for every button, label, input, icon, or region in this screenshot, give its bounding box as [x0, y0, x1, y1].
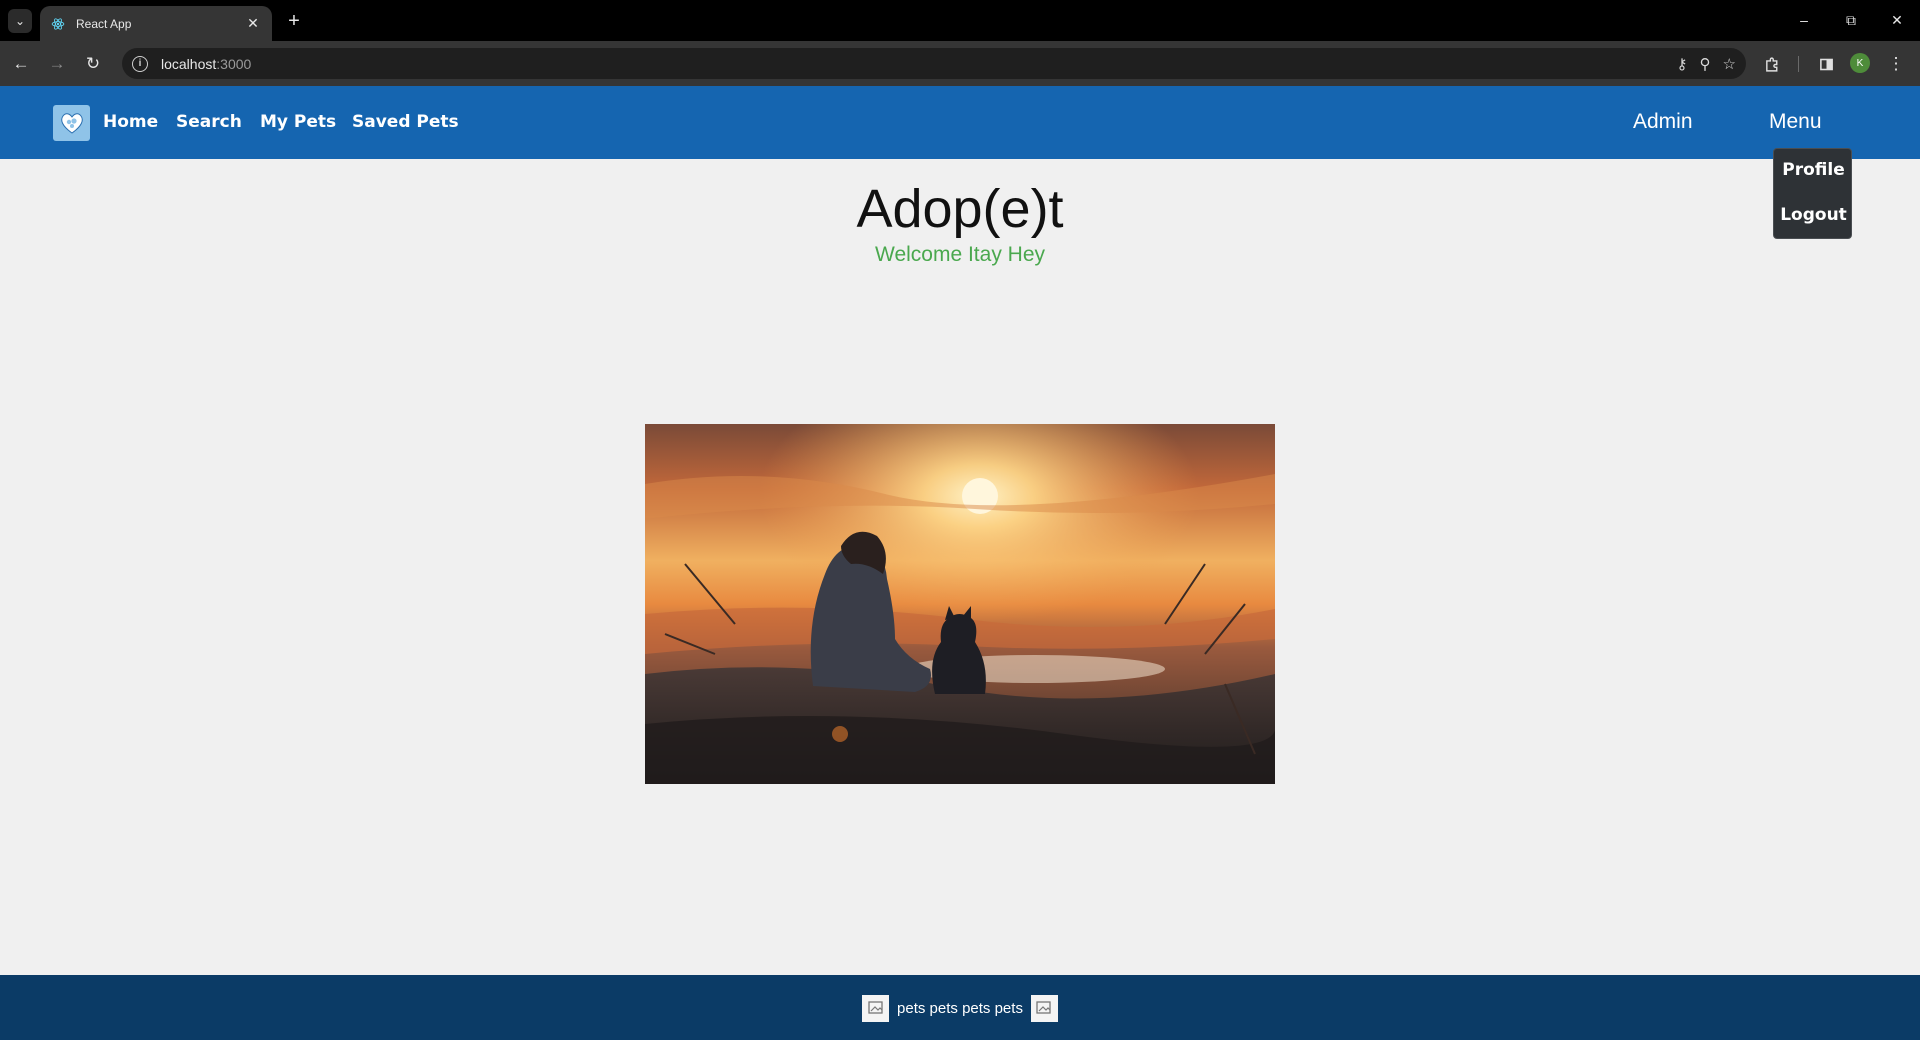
side-panel-icon — [1819, 58, 1833, 70]
browser-tabstrip: ⌄ React App ✕ + – ⧉ ✕ — [0, 0, 1920, 41]
footer-text: pets pets pets pets — [897, 999, 1023, 1017]
nav-admin-link[interactable]: Admin — [1633, 110, 1693, 134]
brand-logo[interactable] — [53, 105, 90, 141]
plus-icon: + — [288, 9, 300, 32]
toolbar-separator — [1798, 56, 1799, 72]
site-info-icon[interactable]: i — [132, 55, 148, 72]
browser-menu-button[interactable]: ⋮ — [1882, 50, 1910, 78]
new-tab-button[interactable]: + — [281, 8, 307, 34]
zoom-icon[interactable]: ⚲ — [1700, 55, 1711, 73]
broken-image-icon — [1030, 994, 1058, 1022]
page-footer: pets pets pets pets — [0, 975, 1920, 1040]
footer-content: pets pets pets pets — [0, 993, 1920, 1023]
back-button[interactable]: ← — [7, 50, 35, 78]
react-favicon-icon — [50, 16, 66, 32]
nav-link-saved-pets[interactable]: Saved Pets — [352, 112, 459, 132]
puzzle-icon — [1765, 56, 1777, 72]
nav-link-my-pets[interactable]: My Pets — [260, 112, 336, 132]
menu-item-profile[interactable]: Profile — [1774, 160, 1853, 180]
minimize-button[interactable]: – — [1789, 6, 1819, 34]
close-window-button[interactable]: ✕ — [1882, 6, 1912, 34]
omnibox-actions: ⚷ ⚲ ☆ — [1677, 48, 1736, 79]
nav-link-search[interactable]: Search — [176, 112, 242, 132]
tab-close-icon[interactable]: ✕ — [244, 15, 262, 32]
tab-title: React App — [76, 16, 132, 31]
address-bar[interactable]: i localhost:3000 ⚷ ⚲ ☆ — [122, 48, 1746, 79]
broken-image-icon — [862, 994, 890, 1022]
chevron-down-icon: ⌄ — [14, 14, 26, 28]
tab-search-button[interactable]: ⌄ — [8, 9, 32, 33]
welcome-message: Welcome Itay Hey — [875, 243, 1045, 266]
page-title: Adop(e)t — [856, 179, 1064, 239]
forward-button[interactable]: → — [43, 50, 71, 78]
restore-icon: ⧉ — [1846, 11, 1856, 28]
pet-heart-logo-icon — [60, 113, 83, 134]
extensions-button[interactable] — [1758, 50, 1786, 78]
minimize-icon: – — [1800, 12, 1808, 28]
app-navbar: Home Search My Pets Saved Pets Admin Men… — [0, 86, 1920, 159]
profile-avatar[interactable]: K — [1850, 53, 1870, 73]
side-panel-button[interactable] — [1812, 50, 1840, 78]
hero-image — [645, 424, 1275, 784]
browser-tab-react-app[interactable]: React App ✕ — [40, 6, 272, 41]
more-vertical-icon: ⋮ — [1887, 54, 1905, 73]
password-key-icon[interactable]: ⚷ — [1677, 55, 1688, 73]
arrow-left-icon: ← — [12, 54, 30, 73]
nav-menu-toggle[interactable]: Menu — [1769, 110, 1822, 134]
close-icon: ✕ — [1891, 11, 1903, 28]
browser-toolbar: ← → ↻ i localhost:3000 ⚷ ⚲ ☆ K ⋮ — [0, 41, 1920, 86]
reload-button[interactable]: ↻ — [79, 50, 107, 78]
restore-button[interactable]: ⧉ — [1836, 6, 1866, 34]
url-port: :3000 — [216, 55, 252, 72]
nav-link-home[interactable]: Home — [103, 112, 158, 132]
bookmark-star-icon[interactable]: ☆ — [1723, 55, 1736, 73]
arrow-right-icon: → — [48, 54, 66, 73]
reload-icon: ↻ — [85, 54, 101, 73]
url-host: localhost — [161, 55, 217, 72]
